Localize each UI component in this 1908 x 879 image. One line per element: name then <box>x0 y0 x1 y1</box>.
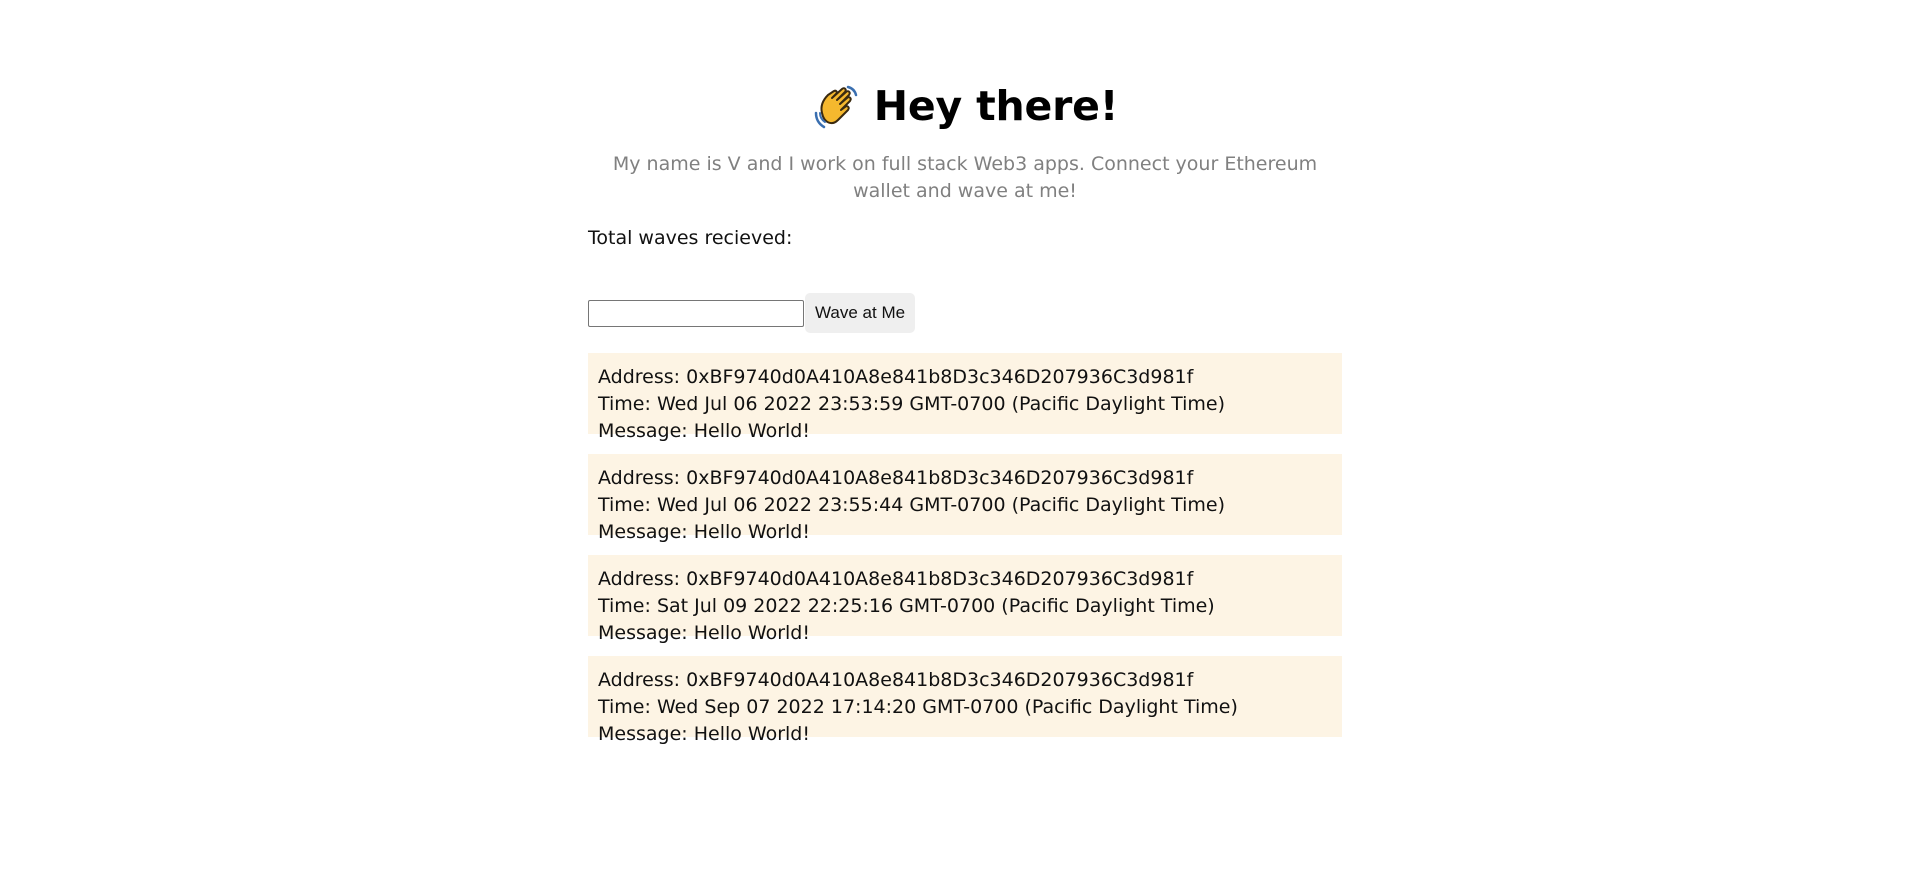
wave-message: Message: Hello World! <box>598 521 810 543</box>
wave-time: Time: Wed Jul 06 2022 23:53:59 GMT-0700 … <box>598 393 1225 415</box>
wave-at-me-button[interactable]: Wave at Me <box>805 293 916 333</box>
wave-message: Message: Hello World! <box>598 420 810 442</box>
wave-card: Address: 0xBF9740d0A410A8e841b8D3c346D20… <box>588 656 1342 745</box>
wave-message: Message: Hello World! <box>598 622 810 644</box>
header: Hey there! <box>588 78 1342 134</box>
wave-form: Wave at Me <box>588 293 1342 333</box>
wave-address: Address: 0xBF9740d0A410A8e841b8D3c346D20… <box>598 568 1194 590</box>
wave-card: Address: 0xBF9740d0A410A8e841b8D3c346D20… <box>588 555 1342 644</box>
wave-time: Time: Sat Jul 09 2022 22:25:16 GMT-0700 … <box>598 595 1215 617</box>
wave-card: Address: 0xBF9740d0A410A8e841b8D3c346D20… <box>588 454 1342 543</box>
wave-time: Time: Wed Jul 06 2022 23:55:44 GMT-0700 … <box>598 494 1225 516</box>
bio-text: My name is V and I work on full stack We… <box>612 153 1318 202</box>
waves-list: Address: 0xBF9740d0A410A8e841b8D3c346D20… <box>588 353 1342 745</box>
wave-address: Address: 0xBF9740d0A410A8e841b8D3c346D20… <box>598 467 1194 489</box>
wave-card: Address: 0xBF9740d0A410A8e841b8D3c346D20… <box>588 353 1342 442</box>
wave-time: Time: Wed Sep 07 2022 17:14:20 GMT-0700 … <box>598 696 1238 718</box>
page-title: Hey there! <box>873 82 1119 130</box>
total-waves-label: Total waves recieved: <box>588 227 793 249</box>
message-input[interactable] <box>588 299 804 327</box>
main-container: Hey there! My name is V and I work on fu… <box>588 0 1342 757</box>
wave-address: Address: 0xBF9740d0A410A8e841b8D3c346D20… <box>598 366 1194 388</box>
wave-address: Address: 0xBF9740d0A410A8e841b8D3c346D20… <box>598 669 1194 691</box>
wave-message: Message: Hello World! <box>598 723 810 745</box>
waving-hand-icon <box>812 83 860 131</box>
